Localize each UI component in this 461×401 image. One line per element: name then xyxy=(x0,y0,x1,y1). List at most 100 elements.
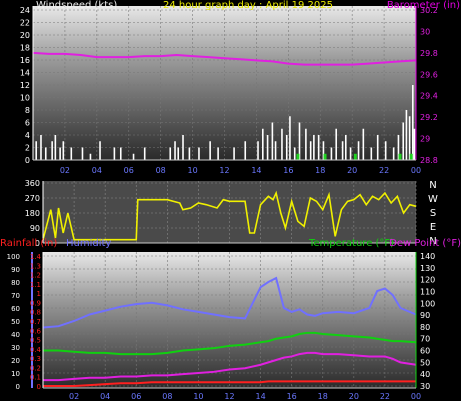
temperature-tick-label: 60 xyxy=(420,347,430,356)
y-tick-label-left: 12 xyxy=(20,81,30,90)
y-tick-label: 90 xyxy=(30,224,40,233)
temperature-tick-label: 90 xyxy=(420,311,430,320)
rainfall-tick-label: 0.3 xyxy=(30,355,41,363)
wind-bar xyxy=(217,147,219,160)
x-tick-label: 08 xyxy=(156,166,166,175)
x-tick-label: 00 xyxy=(411,166,421,175)
wind-bar xyxy=(266,135,269,160)
temperature-tick-label: 120 xyxy=(420,276,435,285)
temperature-tick-label: 50 xyxy=(420,358,430,367)
temperature-tick-label: 110 xyxy=(420,287,435,296)
wind-bar xyxy=(335,128,338,160)
wind-bar xyxy=(169,147,172,160)
y-tick-label-right: 29.4 xyxy=(420,92,438,101)
humidity-tick-label: 80 xyxy=(11,279,20,287)
y-tick-label-left: 16 xyxy=(20,56,30,65)
humidity-tick-label: 40 xyxy=(11,331,20,339)
wind-bar xyxy=(309,141,312,160)
compass-w: W xyxy=(428,194,438,205)
rainfall-tick-label: 0.6 xyxy=(30,327,42,335)
gust-bar xyxy=(409,153,413,160)
graph-title: 24 hour graph day : April 19 2025 xyxy=(163,0,333,11)
wind-bar xyxy=(408,116,411,160)
wind-bar xyxy=(413,128,416,160)
rainfall-tick-label: 0.9 xyxy=(30,299,41,307)
wind-bar xyxy=(274,141,277,160)
wind-bar xyxy=(99,141,101,160)
y-tick-label-left: 0 xyxy=(25,156,30,165)
y-tick-label-right: 30.2 xyxy=(420,6,438,15)
gust-bar xyxy=(323,153,327,160)
wind-bar xyxy=(313,135,315,160)
x-tick-label: 08 xyxy=(162,392,172,401)
rainfall-tick-label: 0.5 xyxy=(30,337,41,345)
y-tick-label-right: 30 xyxy=(420,27,430,36)
gust-bar xyxy=(296,153,300,160)
temperature-tick-label: 140 xyxy=(420,252,435,261)
temperature-label: Temperature (°F) xyxy=(308,238,394,249)
wind-bar xyxy=(344,135,347,160)
temperature-tick-label: 100 xyxy=(420,299,435,308)
x-tick-label: 14 xyxy=(255,392,265,401)
y-tick-label-left: 10 xyxy=(20,94,30,103)
wind-bar xyxy=(233,147,235,160)
wind-bar xyxy=(262,128,264,160)
wind-bar xyxy=(89,153,92,160)
y-tick-label-right: 29.2 xyxy=(420,113,438,122)
wind-bar xyxy=(59,147,61,160)
y-tick-label-left: 6 xyxy=(25,119,30,128)
temperature-tick-label: 70 xyxy=(420,335,430,344)
rainfall-tick-label: 0.8 xyxy=(30,309,41,317)
temperature-tick-label: 80 xyxy=(420,323,430,332)
x-tick-label: 04 xyxy=(100,392,110,401)
rainfall-tick-label: 0.4 xyxy=(30,346,42,354)
wind-bar xyxy=(182,135,184,160)
x-tick-label: 18 xyxy=(315,166,325,175)
wind-bar xyxy=(384,141,387,160)
x-tick-label: 20 xyxy=(349,392,359,401)
y-tick-label-left: 2 xyxy=(25,144,30,153)
compass-n-top: N xyxy=(429,180,436,191)
x-tick-label: 20 xyxy=(347,166,357,175)
weather-graph: Windspeed (kts) 24 hour graph day : Apri… xyxy=(0,0,461,401)
humidity-tick-label: 10 xyxy=(11,370,20,378)
wind-bar xyxy=(54,135,57,160)
temperature-tick-label: 30 xyxy=(420,382,430,391)
gust-bar xyxy=(398,153,402,160)
wind-bar xyxy=(317,135,320,160)
y-tick-label-left: 4 xyxy=(25,131,30,140)
humidity-tick-label: 70 xyxy=(11,292,20,300)
rainfall-tick-label: 0.1 xyxy=(30,374,41,382)
wind-bar xyxy=(357,141,360,160)
wind-bar xyxy=(349,147,352,160)
wind-bar xyxy=(44,147,47,160)
temperature-tick-label: 40 xyxy=(420,370,430,379)
humidity-label: Humidity xyxy=(66,238,111,249)
y-tick-label-left: 20 xyxy=(20,31,30,40)
y-tick-label: 360 xyxy=(25,179,40,188)
x-tick-label: 18 xyxy=(318,392,328,401)
compass-s: S xyxy=(430,208,436,219)
wind-bar xyxy=(376,135,379,160)
wind-bar xyxy=(35,141,37,160)
wind-bar xyxy=(113,147,116,160)
rainfall-tick-label: 1 xyxy=(37,290,41,298)
humidity-tick-label: 50 xyxy=(11,318,20,326)
x-tick-label: 22 xyxy=(380,392,390,401)
wind-bar xyxy=(341,141,344,160)
wind-bar xyxy=(174,141,176,160)
x-tick-label: 16 xyxy=(287,392,297,401)
y-tick-label-right: 29.8 xyxy=(420,49,438,58)
humidity-tick-label: 30 xyxy=(11,344,20,352)
y-tick-label: 180 xyxy=(25,209,40,218)
dewpoint-label: Dew Point (°F) xyxy=(389,238,461,249)
wind-bar xyxy=(177,147,180,160)
wind-bar xyxy=(257,141,259,160)
x-tick-label: 10 xyxy=(193,392,203,401)
y-tick-label-left: 8 xyxy=(25,106,30,115)
wind-bar xyxy=(143,147,146,160)
x-tick-label: 00 xyxy=(411,392,421,401)
x-tick-label: 12 xyxy=(224,392,234,401)
x-tick-label: 06 xyxy=(131,392,141,401)
y-tick-label-right: 29.6 xyxy=(420,70,438,79)
